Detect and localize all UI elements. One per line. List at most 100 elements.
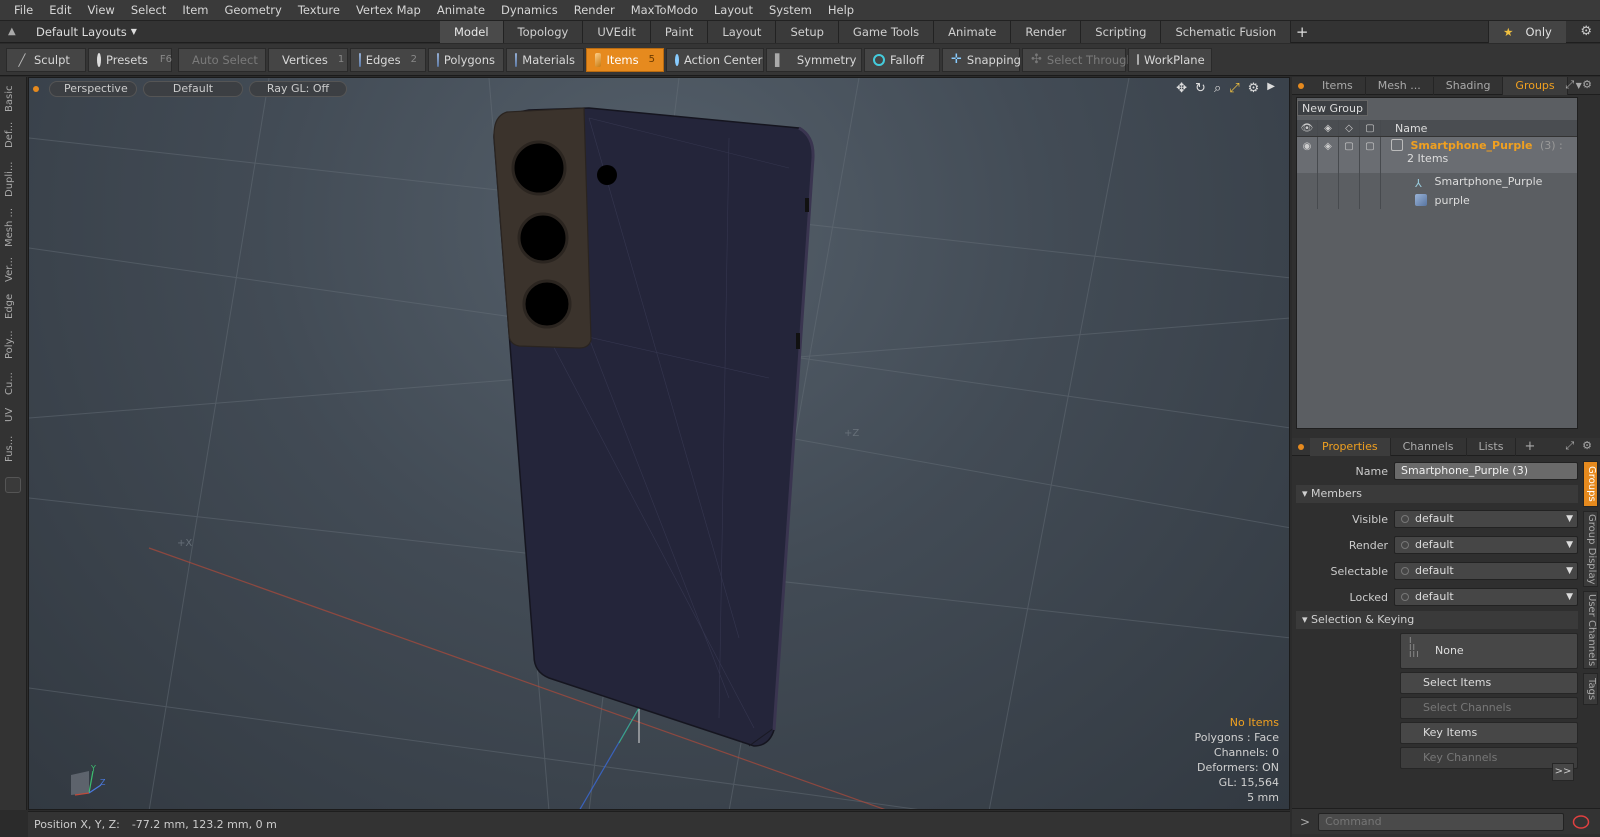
menu-select[interactable]: Select bbox=[123, 3, 174, 17]
menu-layout[interactable]: Layout bbox=[706, 3, 761, 17]
render-col-icon[interactable]: ◈ bbox=[1318, 120, 1339, 136]
tab-uvedit[interactable]: UVEdit bbox=[583, 20, 651, 43]
tab-channels[interactable]: Channels bbox=[1391, 437, 1467, 456]
layouts-dropdown[interactable]: ▲ Default Layouts ▼ bbox=[0, 21, 440, 43]
menu-animate[interactable]: Animate bbox=[429, 3, 493, 17]
zoom-icon[interactable]: ⌕ bbox=[1214, 81, 1221, 96]
side-tab-groups[interactable]: Groups bbox=[1583, 461, 1598, 507]
selection-keying-section[interactable]: ▾ Selection & Keying bbox=[1296, 611, 1578, 629]
items-button[interactable]: Items 5 bbox=[586, 47, 664, 72]
menu-file[interactable]: File bbox=[6, 3, 41, 17]
left-tab-edge[interactable]: Edge bbox=[4, 291, 22, 321]
action-center-button[interactable]: Action Center bbox=[666, 47, 764, 72]
maximize-icon[interactable]: ⤢ bbox=[1229, 81, 1239, 96]
vertices-button[interactable]: Vertices 1 bbox=[268, 47, 348, 72]
left-tab-duplicate[interactable]: Dupli... bbox=[4, 157, 22, 201]
symmetry-button[interactable]: ▌ Symmetry bbox=[766, 47, 862, 72]
workplane-button[interactable]: WorkPlane bbox=[1128, 47, 1212, 72]
left-tab-fusion[interactable]: Fus... bbox=[4, 431, 22, 467]
menu-maxtomodo[interactable]: MaxToModo bbox=[623, 3, 706, 17]
menu-edit[interactable]: Edit bbox=[41, 3, 79, 17]
smartphone-model[interactable] bbox=[493, 107, 815, 747]
new-group-button[interactable]: New Group bbox=[1297, 100, 1368, 116]
select-items-button[interactable]: Select Items bbox=[1400, 672, 1578, 694]
left-tab-uv[interactable]: UV bbox=[4, 403, 22, 427]
left-tab-deform[interactable]: Def... bbox=[4, 117, 22, 153]
view-type-dropdown[interactable]: Perspective bbox=[49, 81, 137, 97]
tab-setup[interactable]: Setup bbox=[776, 20, 839, 43]
locked-dropdown[interactable]: default ▼ bbox=[1394, 588, 1578, 606]
pan-icon[interactable]: ✥ bbox=[1176, 81, 1187, 96]
group-name-field[interactable]: Smartphone_Purple (3) bbox=[1394, 462, 1578, 480]
panel-gear-icon[interactable]: ⚙ bbox=[1582, 78, 1592, 92]
gear-icon[interactable]: ⚙ bbox=[1580, 24, 1592, 39]
select-channels-button[interactable]: Select Channels bbox=[1400, 697, 1578, 719]
menu-vertex-map[interactable]: Vertex Map bbox=[348, 3, 429, 17]
menu-render[interactable]: Render bbox=[566, 3, 623, 17]
visible-dropdown[interactable]: default ▼ bbox=[1394, 510, 1578, 528]
left-tab-polygon[interactable]: Poly... bbox=[4, 325, 22, 365]
menu-texture[interactable]: Texture bbox=[290, 3, 348, 17]
left-tab-options-button[interactable] bbox=[5, 477, 21, 493]
tab-schematic-fusion[interactable]: Schematic Fusion bbox=[1161, 20, 1292, 43]
command-input[interactable] bbox=[1318, 812, 1565, 831]
side-tab-tags[interactable]: Tags bbox=[1583, 673, 1598, 705]
tab-game-tools[interactable]: Game Tools bbox=[838, 20, 935, 43]
select-through-button[interactable]: ✣ Select Through bbox=[1022, 47, 1134, 72]
orientation-gizmo[interactable]: Y Z bbox=[67, 765, 107, 799]
record-icon[interactable] bbox=[1572, 814, 1590, 829]
group-child-row[interactable]: purple bbox=[1297, 191, 1577, 209]
viewport-gear-icon[interactable]: ⚙ bbox=[1248, 81, 1260, 96]
selectable-dropdown[interactable]: default ▼ bbox=[1394, 562, 1578, 580]
polygons-button[interactable]: Polygons bbox=[428, 47, 504, 72]
properties-expand-icon[interactable]: ⤢ bbox=[1565, 439, 1574, 453]
group-child-row[interactable]: ⅄ Smartphone_Purple bbox=[1297, 173, 1577, 191]
menu-dynamics[interactable]: Dynamics bbox=[493, 3, 566, 17]
edges-button[interactable]: Edges 2 bbox=[350, 47, 426, 72]
tab-layout[interactable]: Layout bbox=[708, 20, 777, 43]
tab-lists[interactable]: Lists bbox=[1467, 437, 1517, 456]
members-section[interactable]: ▾ Members bbox=[1296, 485, 1578, 503]
menu-help[interactable]: Help bbox=[820, 3, 862, 17]
properties-gear-icon[interactable]: ⚙ bbox=[1582, 439, 1592, 453]
snapping-button[interactable]: ✛ Snapping bbox=[942, 47, 1021, 72]
3d-viewport[interactable]: Perspective Default Ray GL: Off ✥ ↻ ⌕ ⤢ … bbox=[28, 77, 1290, 810]
tab-groups[interactable]: Groups bbox=[1503, 76, 1568, 95]
expand-icon[interactable]: ⤢ bbox=[1565, 78, 1574, 92]
tab-mesh[interactable]: Mesh ... bbox=[1366, 76, 1434, 95]
menu-geometry[interactable]: Geometry bbox=[217, 3, 290, 17]
raygl-dropdown[interactable]: Ray GL: Off bbox=[249, 81, 347, 97]
auto-select-button[interactable]: Auto Select bbox=[178, 47, 266, 72]
left-tab-curve[interactable]: Cu... bbox=[4, 369, 22, 399]
tab-topology[interactable]: Topology bbox=[503, 20, 584, 43]
eye-icon[interactable]: ◉ bbox=[1297, 137, 1318, 173]
add-tab-button[interactable]: + bbox=[1291, 21, 1313, 43]
tab-animate[interactable]: Animate bbox=[934, 20, 1012, 43]
tab-scripting[interactable]: Scripting bbox=[1081, 20, 1162, 43]
collapse-icon[interactable]: ▲ bbox=[8, 26, 22, 37]
none-button[interactable]: ⁝ ⁝⁝ ⁝⁝⁝ None bbox=[1400, 633, 1578, 669]
group-row[interactable]: ◉ ◈ ▢ ▢ Smartphone_Purple (3) : 2 Items bbox=[1297, 137, 1577, 173]
lock-toggle-icon[interactable]: ▢ bbox=[1360, 137, 1381, 173]
select-toggle-icon[interactable]: ▢ bbox=[1339, 137, 1360, 173]
shading-dropdown[interactable]: Default bbox=[143, 81, 243, 97]
select-col-icon[interactable]: ◇ bbox=[1339, 120, 1360, 136]
render-toggle-icon[interactable]: ◈ bbox=[1318, 137, 1339, 173]
presets-button[interactable]: Presets F6 bbox=[88, 47, 172, 72]
add-tab-plus-icon[interactable]: + bbox=[1524, 439, 1535, 454]
only-button[interactable]: ★ Only bbox=[1488, 21, 1566, 43]
tab-render[interactable]: Render bbox=[1011, 20, 1082, 43]
left-tab-mesh[interactable]: Mesh ... bbox=[4, 205, 22, 249]
tab-paint[interactable]: Paint bbox=[650, 20, 709, 43]
tab-items[interactable]: Items bbox=[1310, 76, 1366, 95]
sculpt-button[interactable]: ╱ Sculpt bbox=[6, 47, 86, 72]
tab-model[interactable]: Model bbox=[440, 20, 504, 43]
render-dropdown[interactable]: default ▼ bbox=[1394, 536, 1578, 554]
menu-system[interactable]: System bbox=[761, 3, 820, 17]
visibility-col-icon[interactable]: 👁 bbox=[1297, 120, 1318, 136]
rotate-icon[interactable]: ↻ bbox=[1195, 81, 1206, 96]
tab-properties[interactable]: Properties bbox=[1310, 437, 1391, 456]
side-tab-user-channels[interactable]: User Channels bbox=[1583, 591, 1598, 669]
left-tab-vertex[interactable]: Ver... bbox=[4, 253, 22, 287]
groups-list[interactable]: New Group 👁 ◈ ◇ ▢ Name ◉ ◈ ▢ ▢ Smartphon… bbox=[1296, 97, 1578, 429]
